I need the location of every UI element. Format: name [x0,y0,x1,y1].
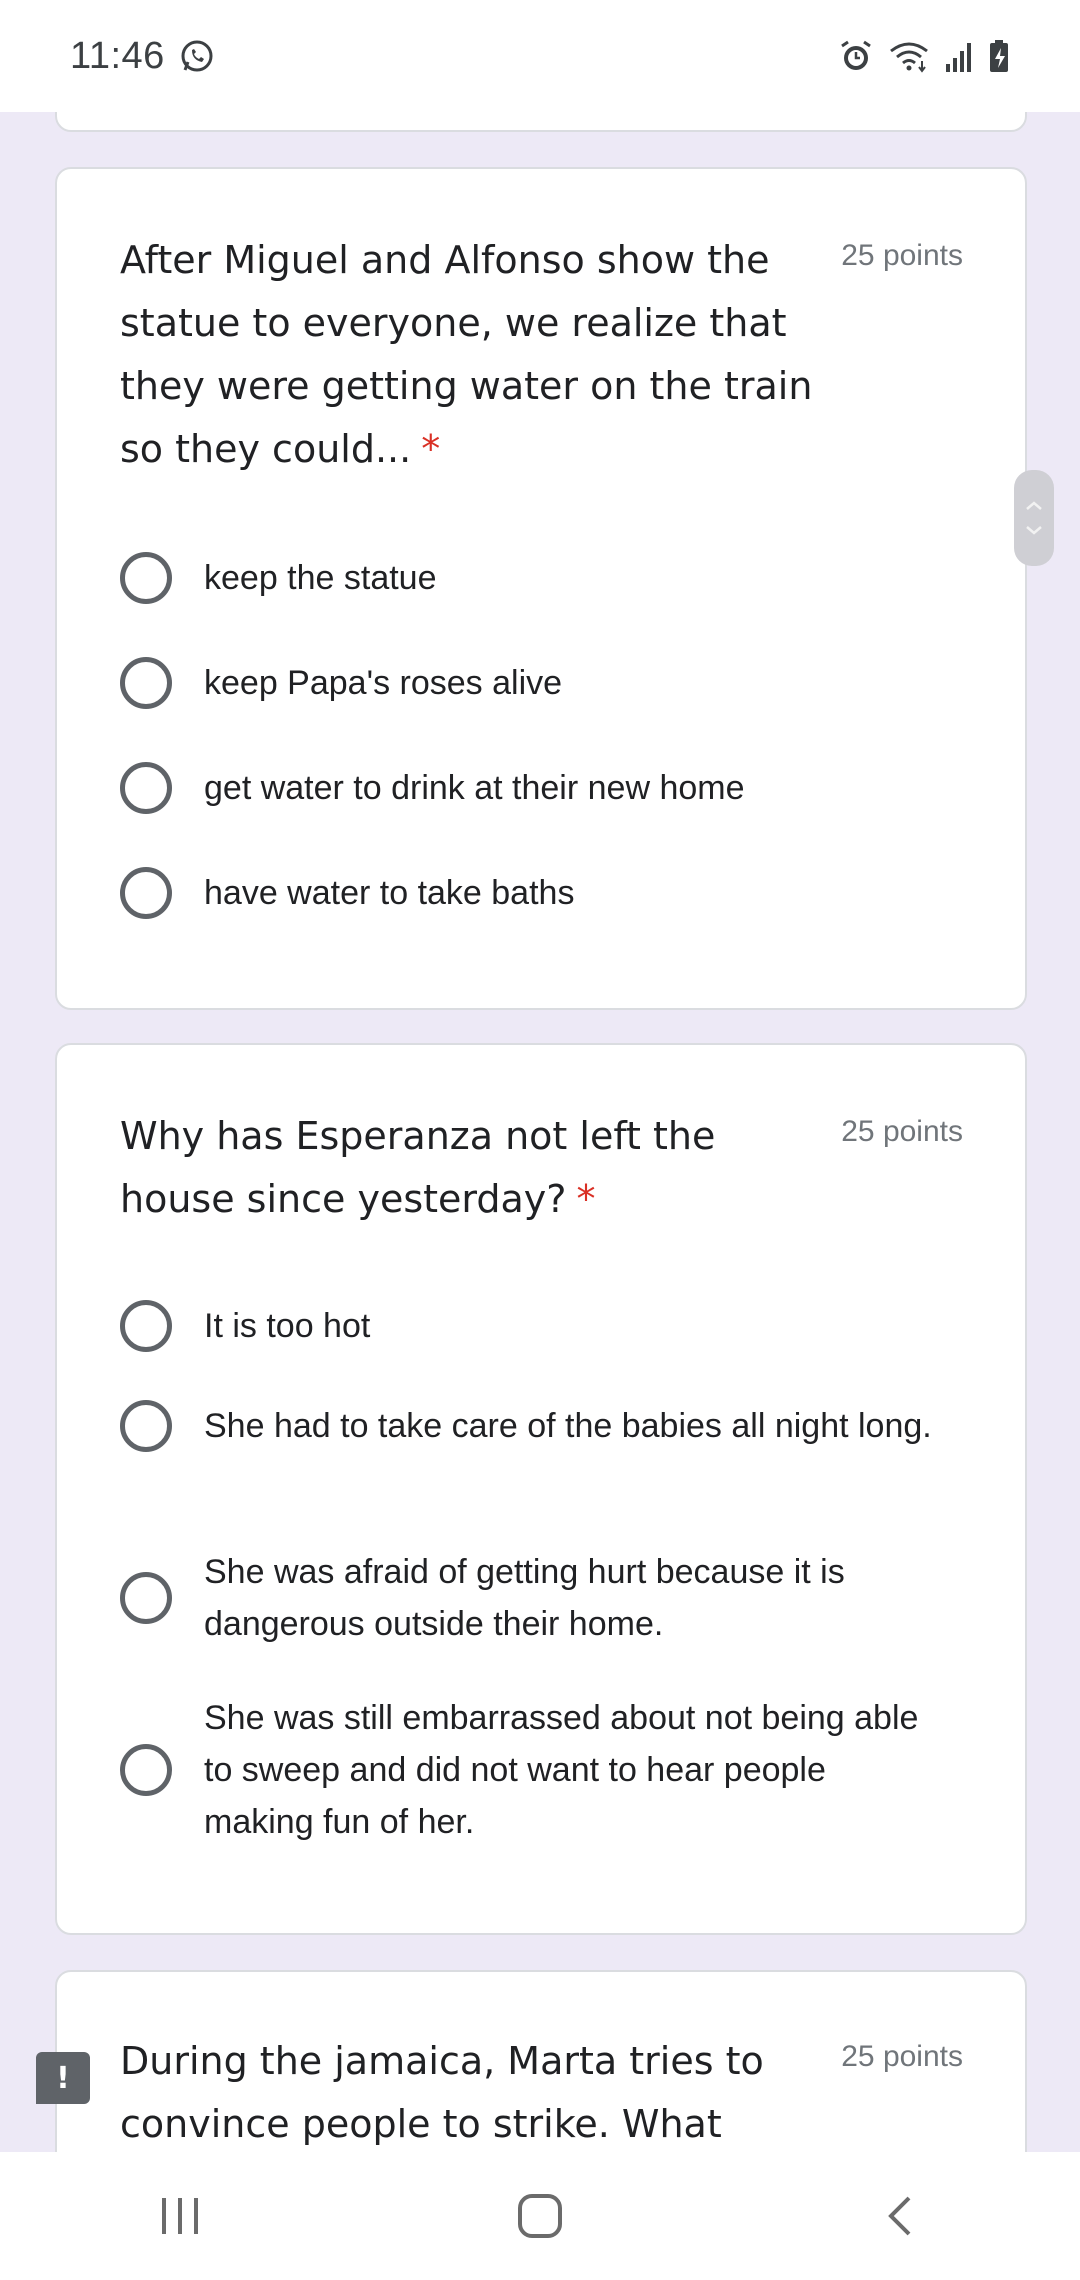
option-label: get water to drink at their new home [204,769,745,807]
status-bar: 11:46 [0,0,1080,112]
fast-scroll-handle[interactable] [1014,470,1054,566]
recent-apps-icon [162,2198,198,2234]
home-icon [518,2194,562,2238]
option-label: have water to take baths [204,874,575,912]
radio-button[interactable] [120,867,172,919]
option-afraid-of-getting-hurt[interactable]: She was afraid of getting hurt because i… [120,1546,963,1650]
radio-button[interactable] [120,1744,172,1796]
alarm-icon [838,38,874,74]
option-label: It is too hot [204,1307,371,1345]
option-take-care-of-babies[interactable]: She had to take care of the babies all n… [120,1400,963,1452]
option-keep-the-statue[interactable]: keep the statue [120,552,963,604]
feedback-icon: ! [56,2060,70,2096]
question-points: 25 points [841,2040,963,2073]
option-label: keep the statue [204,559,437,597]
question-header: After Miguel and Alfonso show the statue… [120,229,963,481]
status-right [838,38,1010,74]
question-title-text: Why has Esperanza not left the house sin… [120,1114,716,1221]
option-keep-papas-roses-alive[interactable]: keep Papa's roses alive [120,657,963,709]
radio-button[interactable] [120,552,172,604]
chevron-up-icon [1026,501,1042,510]
option-label: She was still embarrassed about not bein… [204,1699,919,1841]
whatsapp-icon [179,38,215,74]
recent-apps-button[interactable] [120,2166,240,2266]
question-header: Why has Esperanza not left the house sin… [120,1105,963,1231]
question-header: During the jamaica, Marta tries to convi… [120,2030,963,2156]
radio-button[interactable] [120,1572,172,1624]
back-icon [888,2196,911,2236]
required-asterisk: * [576,1177,596,1221]
option-label: keep Papa's roses alive [204,664,563,702]
question-title: Why has Esperanza not left the house sin… [120,1105,820,1231]
battery-charging-icon [988,39,1010,73]
question-points: 25 points [841,239,963,272]
option-get-water-to-drink[interactable]: get water to drink at their new home [120,762,963,814]
question-title-text: After Miguel and Alfonso show the statue… [120,238,813,471]
wifi-icon [888,39,930,73]
signal-icon [944,40,974,72]
status-left: 11:46 [70,35,215,78]
question-title: During the jamaica, Marta tries to convi… [120,2039,764,2146]
question-title: After Miguel and Alfonso show the statue… [120,229,820,481]
feedback-button[interactable]: ! [36,2052,90,2104]
question-points: 25 points [841,1115,963,1148]
option-have-water-to-take-baths[interactable]: have water to take baths [120,867,963,919]
question-card-2: Why has Esperanza not left the house sin… [55,1043,1027,1935]
radio-button[interactable] [120,1300,172,1352]
radio-button[interactable] [120,1400,172,1452]
chevron-down-icon [1026,526,1042,535]
radio-button[interactable] [120,657,172,709]
home-button[interactable] [480,2166,600,2266]
option-label: She was afraid of getting hurt because i… [204,1553,845,1643]
required-asterisk: * [421,427,441,471]
option-still-embarrassed[interactable]: She was still embarrassed about not bein… [120,1692,963,1848]
navigation-bar [0,2152,1080,2280]
question-card-1: After Miguel and Alfonso show the statue… [55,167,1027,1010]
option-it-is-too-hot[interactable]: It is too hot [120,1300,963,1352]
status-time: 11:46 [70,34,165,77]
radio-button[interactable] [120,762,172,814]
option-label: She had to take care of the babies all n… [204,1407,932,1445]
back-button[interactable] [840,2166,960,2266]
